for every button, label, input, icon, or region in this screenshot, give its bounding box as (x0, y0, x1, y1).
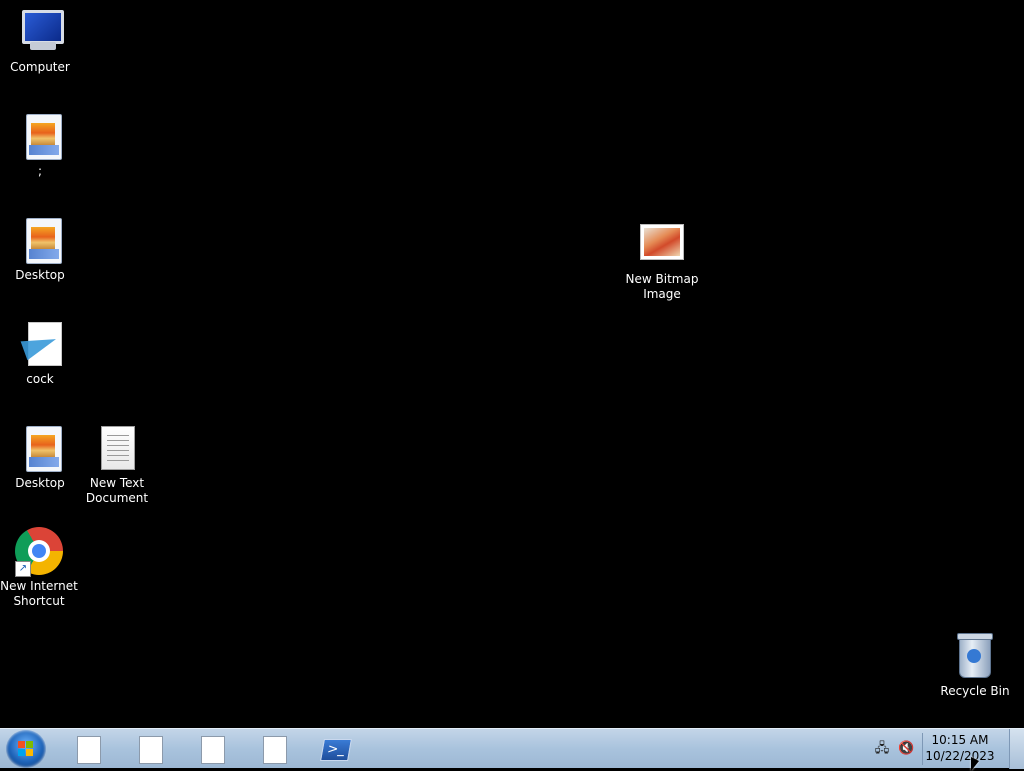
desktop-icon-computer[interactable]: Computer (0, 8, 80, 75)
desktop-icon-recycle-bin[interactable]: Recycle Bin (935, 632, 1015, 699)
taskbar-button-powershell[interactable]: >_ (312, 733, 360, 765)
tray-divider (922, 733, 923, 765)
desktop-icon-label: Desktop (15, 268, 65, 282)
desktop-icon-new-internet-shortcut[interactable]: ↗ New Internet Shortcut (0, 527, 79, 609)
desktop-icon-label: Desktop (15, 476, 65, 490)
desktop-icon-label: cock (26, 372, 54, 386)
computer-icon (16, 8, 64, 56)
taskbar-button-document-1[interactable] (64, 733, 112, 765)
paper-plane-document-icon (16, 320, 64, 368)
desktop-icon-semicolon[interactable]: ; (0, 112, 80, 179)
desktop-icon-label: New Text Document (85, 476, 149, 505)
desktop-icon-label: New Bitmap Image (625, 272, 699, 301)
document-icon (263, 736, 287, 764)
recycle-bin-icon (951, 632, 999, 680)
desktop-icon-new-text-document[interactable]: New Text Document (77, 424, 157, 506)
desktop-icon-label: ; (37, 164, 43, 178)
taskbar-button-document-4[interactable] (250, 733, 298, 765)
bitmap-image-icon (638, 220, 686, 268)
taskbar-button-document-2[interactable] (126, 733, 174, 765)
start-button[interactable] (6, 730, 46, 768)
desktop[interactable]: Computer ; Desktop cock Desktop New Text… (0, 0, 1024, 728)
taskbar: >_ 🖧 🔇 10:15 AM 10/22/2023 (0, 728, 1024, 769)
show-desktop-button[interactable] (1009, 729, 1024, 769)
clock-time: 10:15 AM (931, 733, 989, 747)
shortcut-arrow-icon: ↗ (15, 561, 31, 577)
desktop-icon-desktop-2[interactable]: Desktop (0, 424, 80, 491)
desktop-icon-desktop-1[interactable]: Desktop (0, 216, 80, 283)
network-icon[interactable]: 🖧 (874, 741, 890, 757)
powershell-icon: >_ (320, 739, 352, 761)
document-icon (77, 736, 101, 764)
clock-date: 10/22/2023 (925, 749, 995, 763)
document-icon (201, 736, 225, 764)
desktop-icon-cock[interactable]: cock (0, 320, 80, 387)
mouse-pointer-icon (971, 757, 979, 771)
clock[interactable]: 10:15 AM 10/22/2023 (924, 732, 996, 764)
chrome-icon: ↗ (15, 527, 63, 577)
desktop-icon-label: Computer (10, 60, 70, 74)
taskbar-button-document-3[interactable] (188, 733, 236, 765)
document-icon (139, 736, 163, 764)
image-file-icon (16, 216, 64, 264)
volume-muted-icon[interactable]: 🔇 (898, 741, 914, 757)
windows-logo-icon (18, 741, 34, 757)
desktop-icon-label: New Internet Shortcut (0, 579, 78, 608)
system-tray: 🖧 🔇 10:15 AM 10/22/2023 (864, 729, 1004, 769)
desktop-icon-label: Recycle Bin (940, 684, 1010, 698)
desktop-icon-new-bitmap-image[interactable]: New Bitmap Image (622, 220, 702, 302)
image-file-icon (16, 424, 64, 472)
image-file-icon (16, 112, 64, 160)
text-document-icon (93, 424, 141, 472)
